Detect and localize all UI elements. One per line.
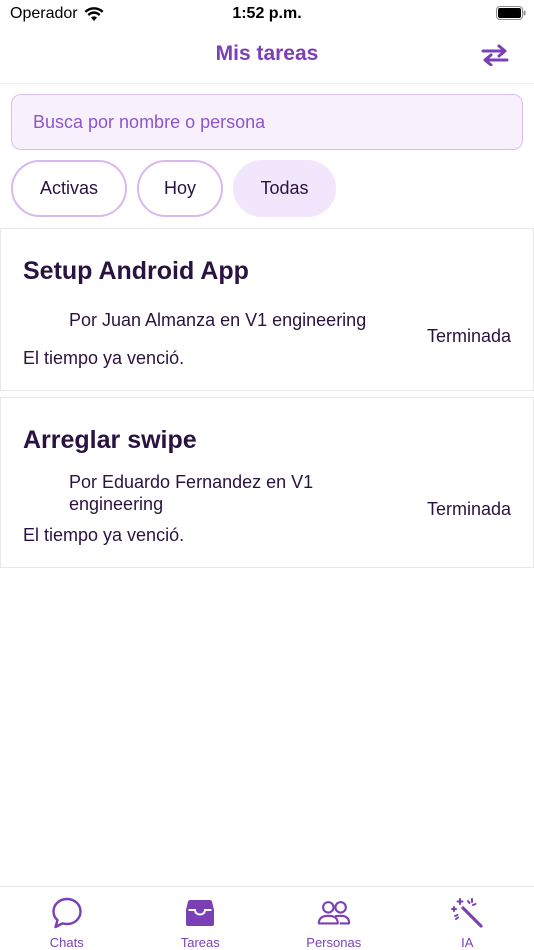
task-card[interactable]: Setup Android App Por Juan Almanza en V1… [0,228,534,391]
chat-bubble-icon [52,897,82,929]
tab-label: Chats [49,935,84,950]
search-input[interactable] [33,111,503,133]
tab-bar: Chats Tareas Personas IA [0,886,534,950]
task-status: Terminada [426,499,511,519]
task-status: Terminada [426,326,511,346]
status-bar: Operador 1:52 p.m. [0,0,534,30]
task-author: Por Eduardo Fernandez en V1 engineering [69,472,314,514]
tab-ia[interactable]: IA [401,887,534,950]
clock: 1:52 p.m. [232,5,302,22]
task-due: El tiempo ya venció. [23,525,185,545]
filter-chip-activas[interactable]: Activas [11,160,127,217]
filter-chip-todas[interactable]: Todas [233,160,336,217]
tab-label: Personas [306,935,362,950]
tab-label: IA [461,935,474,950]
swap-arrows-icon [481,44,509,66]
search-box[interactable] [11,94,523,150]
task-title: Setup Android App [23,257,249,285]
nav-header: Mis tareas [0,30,534,84]
swap-button[interactable] [480,42,510,68]
task-card[interactable]: Arreglar swipe Por Eduardo Fernandez en … [0,397,534,568]
tab-chats[interactable]: Chats [0,887,134,950]
inbox-tray-icon [186,900,215,926]
tab-label: Tareas [180,935,220,950]
task-title: Arreglar swipe [23,426,197,454]
tab-personas[interactable]: Personas [267,887,401,950]
battery-icon [496,6,526,20]
task-author: Por Juan Almanza en V1 engineering [69,310,367,330]
people-icon [317,901,350,925]
task-due: El tiempo ya venció. [23,348,185,368]
tab-tareas[interactable]: Tareas [134,887,268,950]
magic-wand-icon [451,898,483,928]
filter-chips: Activas Hoy Todas [11,160,336,217]
page-title: Mis tareas [215,42,319,65]
screen: Operador 1:52 p.m. Mis tareas Busca por … [0,0,534,950]
filter-chip-hoy[interactable]: Hoy [137,160,223,217]
